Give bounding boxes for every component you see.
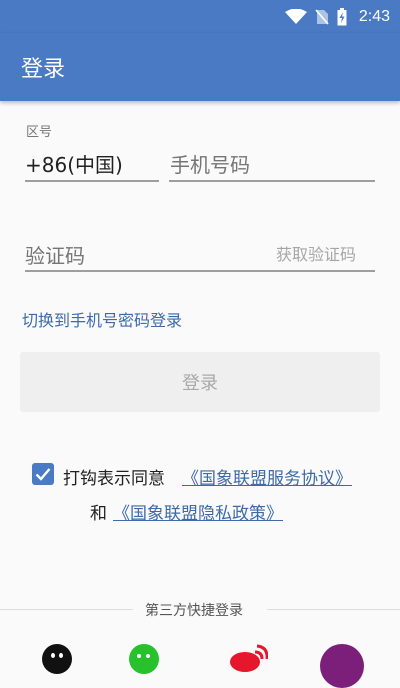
third-party-login-label: 第三方快捷登录 [145,603,243,619]
wifi-icon [284,8,307,24]
phone-input[interactable]: 手机号码 [170,149,250,178]
status-time: 2:43 [358,7,390,25]
service-agreement-link[interactable]: 《国象联盟服务协议》 [182,464,352,489]
page-title: 登录 [21,57,66,82]
status-bar: 2:43 [0,0,400,33]
agreement-and: 和 [90,504,107,524]
login-button[interactable]: 登录 [20,352,380,412]
other-login-icon[interactable] [320,644,364,688]
qq-icon[interactable] [42,644,72,674]
divider-left [0,609,133,610]
privacy-policy-link[interactable]: 《国象联盟隐私政策》 [113,499,283,524]
get-code-button[interactable]: 获取验证码 [276,241,356,265]
agreement-prefix: 打钩表示同意 [63,469,165,489]
code-input[interactable]: 验证码 [25,240,85,269]
region-selector[interactable]: +86(中国) [25,149,123,178]
divider-right [267,609,400,610]
weibo-icon[interactable] [228,644,269,674]
no-sim-icon [315,8,329,25]
region-label: 区号 [26,125,53,140]
code-underline [25,270,375,272]
login-button-label: 登录 [182,373,218,394]
weibo-glyph-icon [230,644,269,672]
checkmark-icon [35,468,51,481]
battery-charging-icon [337,7,347,25]
region-underline [25,180,159,182]
agreement-checkbox[interactable] [32,463,54,485]
app-bar: 登录 [0,33,400,101]
switch-password-login-link[interactable]: 切换到手机号密码登录 [22,307,182,331]
wechat-icon[interactable] [129,644,159,674]
phone-underline [169,180,375,182]
